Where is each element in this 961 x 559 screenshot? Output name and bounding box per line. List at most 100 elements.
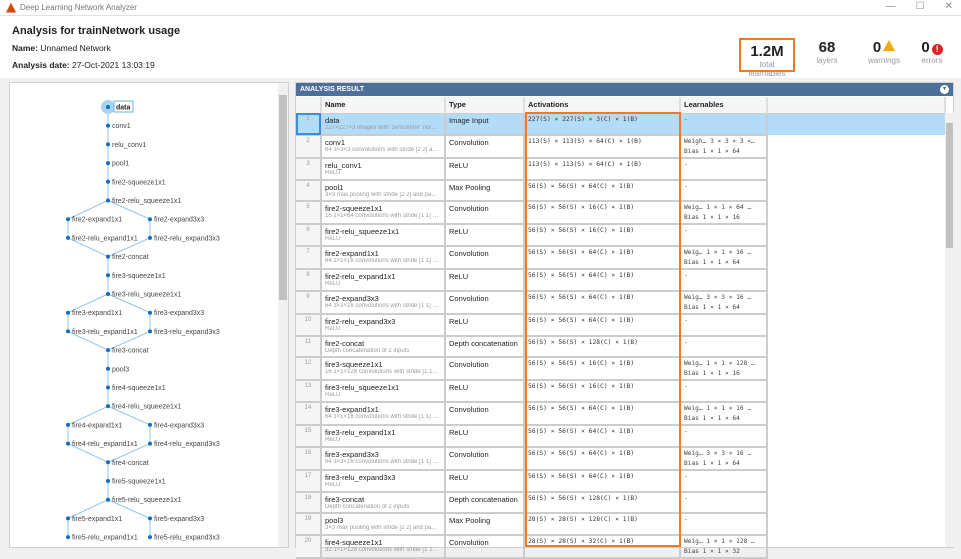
graph-node[interactable]	[106, 479, 110, 483]
minimize-button[interactable]: —	[886, 1, 896, 12]
graph-node[interactable]	[106, 105, 110, 109]
col-learnables[interactable]: Learnables	[680, 97, 768, 114]
graph-node-label[interactable]: fire4-relu_squeeze1x1	[112, 404, 181, 411]
graph-node-label[interactable]: fire4-concat	[112, 460, 149, 467]
table-row[interactable]: 4 pool1 3×3 max pooling with stride [2 2]…	[296, 179, 945, 203]
maximize-button[interactable]: ☐	[916, 1, 925, 12]
graph-node-label[interactable]: fire3-relu_expand3x3	[154, 329, 220, 336]
col-index[interactable]	[296, 97, 322, 114]
graph-node-label[interactable]: fire5-expand1x1	[72, 516, 122, 523]
graph-node-label[interactable]: fire5-relu_expand3x3	[154, 535, 220, 542]
table-row[interactable]: 18 fire3-concat Depth concatenation of 2 …	[296, 491, 945, 515]
graph-node[interactable]	[66, 516, 70, 521]
graph-node[interactable]	[66, 217, 70, 222]
graph-node-label[interactable]: fire2-relu_squeeze1x1	[112, 198, 181, 205]
table-row[interactable]: 17 fire3-relu_expand3x3 ReLU ReLU 56(S) ×…	[296, 469, 945, 493]
graph-node-label[interactable]: fire2-concat	[112, 254, 149, 261]
graph-node-label[interactable]: fire3-relu_expand1x1	[72, 329, 138, 336]
graph-node[interactable]	[106, 254, 110, 259]
graph-node-label[interactable]: fire5-squeeze1x1	[112, 479, 166, 486]
graph-node-label[interactable]: fire4-expand3x3	[154, 422, 204, 429]
graph-node-label[interactable]: fire5-expand3x3	[154, 516, 204, 523]
graph-node[interactable]	[106, 123, 110, 128]
graph-node-label[interactable]: relu_conv1	[112, 142, 146, 149]
graph-node-label[interactable]: fire2-squeeze1x1	[112, 179, 166, 186]
graph-node-label[interactable]: fire5-relu_squeeze1x1	[112, 497, 181, 504]
graph-node-label[interactable]: fire4-expand1x1	[72, 422, 122, 429]
table-row[interactable]: 2 conv1 64 3×3×3 convolutions with stride…	[296, 134, 945, 159]
graph-node[interactable]	[106, 348, 110, 353]
graph-node-label[interactable]: fire3-concat	[112, 348, 149, 355]
graph-node[interactable]	[106, 273, 110, 278]
graph-node-label[interactable]: fire4-relu_expand1x1	[72, 441, 138, 448]
graph-node[interactable]	[66, 329, 70, 334]
graph-node-label[interactable]: fire2-expand3x3	[154, 217, 204, 224]
network-graph-panel[interactable]: data conv1 relu_conv1 pool1 fire2-squeeze1x1…	[9, 82, 289, 548]
graph-node[interactable]	[106, 366, 110, 371]
table-row[interactable]: 15 fire3-relu_expand1x1 ReLU ReLU 56(S) ×…	[296, 425, 945, 448]
graph-node-label[interactable]: fire2-expand1x1	[72, 217, 122, 224]
table-row[interactable]: 11 fire2-concat Depth concatenation of 2 …	[296, 335, 945, 359]
graph-node[interactable]	[148, 422, 152, 427]
graph-node[interactable]	[106, 161, 110, 166]
col-type[interactable]: Type	[445, 97, 525, 114]
graph-node-label[interactable]: fire2-relu_expand3x3	[154, 235, 220, 242]
dropdown-icon[interactable]: ▾	[940, 85, 949, 94]
table-row[interactable]: 5 fire2-squeeze1x1 16 1×1×64 convolutions…	[296, 201, 945, 226]
graph-node[interactable]	[148, 441, 152, 446]
graph-node-label[interactable]: fire3-squeeze1x1	[112, 273, 166, 280]
table-row[interactable]: 14 fire3-expand1x1 64 1×1×16 convolutions…	[296, 402, 945, 426]
table-row[interactable]: 13 fire3-relu_squeeze1x1 ReLU ReLU 56(S) …	[296, 380, 945, 403]
graph-node[interactable]	[148, 516, 152, 521]
table-row[interactable]: 6 fire2-relu_squeeze1x1 ReLU ReLU 56(S) ×…	[296, 224, 945, 247]
graph-node[interactable]	[66, 422, 70, 427]
graph-node-label[interactable]: fire2-relu_expand1x1	[72, 235, 138, 242]
graph-node[interactable]	[106, 497, 110, 502]
graph-node[interactable]	[148, 310, 152, 315]
graph-node-label[interactable]: fire5-relu_expand1x1	[72, 535, 138, 542]
graph-node[interactable]	[66, 535, 70, 540]
network-graph[interactable]: data conv1 relu_conv1 pool1 fire2-squeeze1x1…	[10, 83, 278, 548]
graph-node[interactable]	[148, 217, 152, 222]
table-row[interactable]: 19 pool3 3×3 max pooling with stride [2 2…	[296, 513, 945, 536]
stat-errors[interactable]: 0! errors	[904, 39, 960, 65]
graph-node[interactable]	[106, 142, 110, 147]
graph-node[interactable]	[66, 235, 70, 240]
col-activations[interactable]: Activations	[524, 97, 681, 114]
graph-node[interactable]	[66, 441, 70, 446]
layer-type: ReLU	[445, 469, 525, 493]
graph-node[interactable]	[106, 385, 110, 390]
col-name[interactable]: Name	[321, 97, 446, 114]
table-row[interactable]: 9 fire2-expand3x3 64 3×3×16 convolutions …	[296, 290, 945, 315]
graph-node-label[interactable]: fire3-expand1x1	[72, 310, 122, 317]
table-row[interactable]: 1 data 227×227×3 images with 'zerocenter'…	[296, 113, 945, 136]
graph-node[interactable]	[148, 535, 152, 540]
graph-node-label[interactable]: conv1	[112, 123, 131, 130]
graph-node-label[interactable]: pool1	[112, 161, 129, 168]
table-scrollbar[interactable]	[945, 113, 954, 547]
graph-node-label[interactable]: data	[116, 105, 131, 112]
graph-node[interactable]	[148, 235, 152, 240]
table-row[interactable]: 12 fire3-squeeze1x1 16 1×1×128 convolutio…	[296, 357, 945, 382]
table-row[interactable]: 3 relu_conv1 ReLU ReLU 113(S) × 113(S) × …	[296, 157, 945, 181]
layer-learnables: -	[680, 269, 768, 292]
graph-node-label[interactable]: fire4-squeeze1x1	[112, 385, 166, 392]
graph-scrollbar[interactable]	[278, 83, 288, 547]
table-row[interactable]: 8 fire2-relu_expand1x1 ReLU ReLU 56(S) × …	[296, 269, 945, 292]
table-row[interactable]: 7 fire2-expand1x1 64 1×1×16 convolutions …	[296, 246, 945, 270]
graph-node-label[interactable]: fire3-relu_squeeze1x1	[112, 292, 181, 299]
table-row[interactable]: 16 fire3-expand3x3 64 3×3×16 convolutions…	[296, 446, 945, 471]
close-button[interactable]: ✕	[945, 1, 953, 12]
graph-node[interactable]	[106, 460, 110, 465]
graph-node[interactable]	[106, 179, 110, 184]
analysis-date: Analysis date: 27-Oct-2021 13:03:19	[12, 60, 155, 70]
graph-node[interactable]	[106, 198, 110, 203]
graph-node[interactable]	[106, 404, 110, 409]
graph-node-label[interactable]: pool3	[112, 366, 129, 373]
graph-node[interactable]	[148, 329, 152, 334]
table-row[interactable]: 10 fire2-relu_expand3x3 ReLU ReLU 56(S) ×…	[296, 313, 945, 337]
graph-node[interactable]	[106, 292, 110, 296]
graph-node-label[interactable]: fire4-relu_expand3x3	[154, 441, 220, 448]
graph-node[interactable]	[66, 310, 70, 315]
graph-node-label[interactable]: fire3-expand3x3	[154, 310, 204, 317]
